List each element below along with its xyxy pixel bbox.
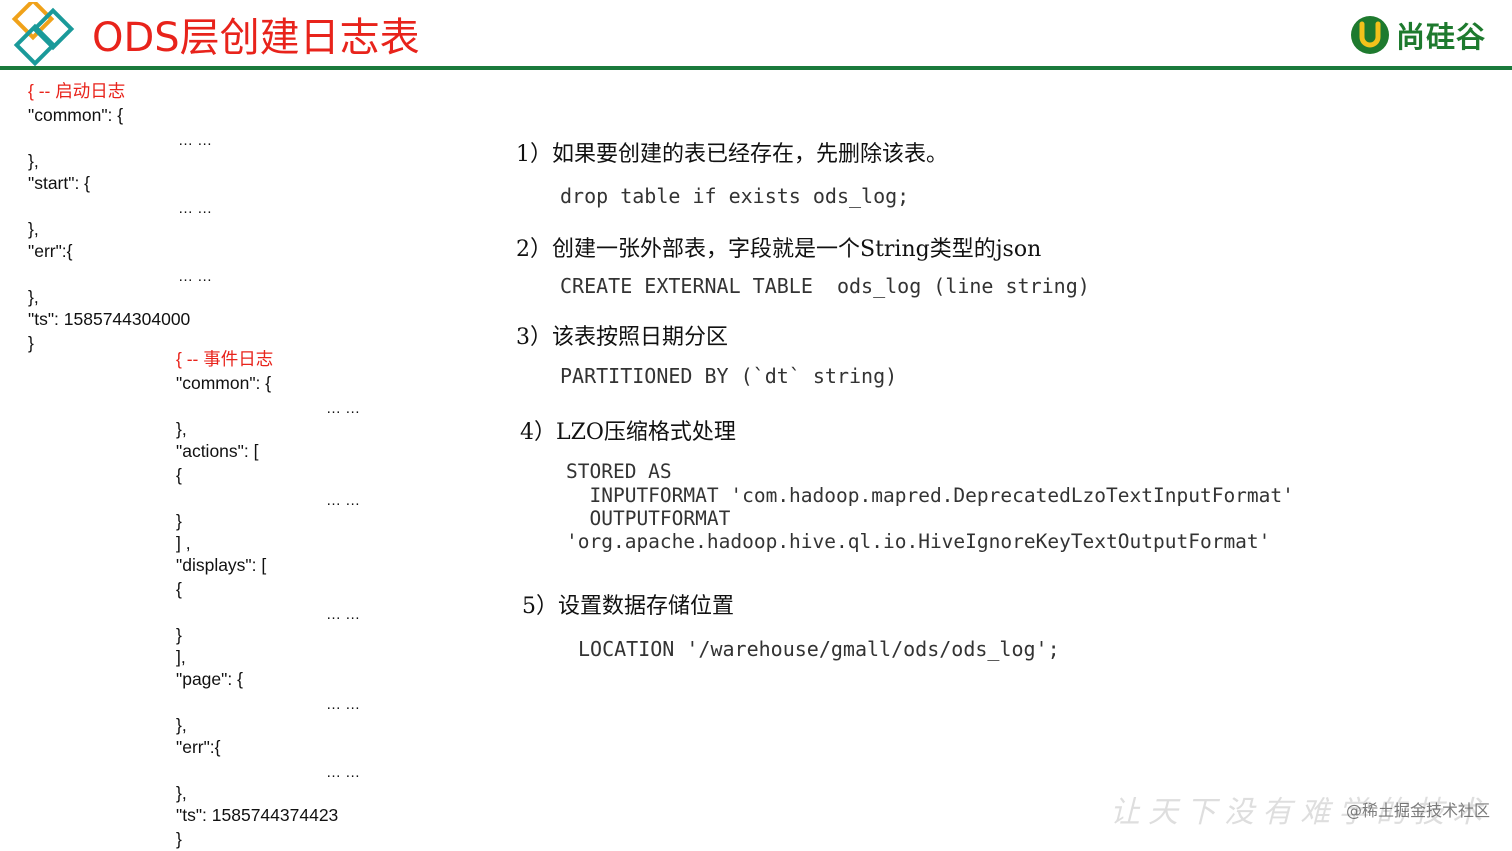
json-line: }, bbox=[176, 783, 187, 803]
header-divider bbox=[0, 66, 1512, 70]
json-line: "common": { bbox=[28, 105, 124, 125]
step-1-title: 1）如果要创建的表已经存在，先删除该表。 bbox=[516, 142, 948, 167]
step-4-code-line-3: OUTPUTFORMAT bbox=[566, 507, 731, 530]
json-line: } bbox=[176, 625, 182, 645]
json-ellipsis: … … bbox=[326, 400, 361, 417]
step-3-title: 3）该表按照日期分区 bbox=[516, 325, 728, 350]
step-3-code: PARTITIONED BY (`dt` string) bbox=[560, 364, 898, 388]
brand-logo: 尚硅谷 bbox=[1348, 12, 1486, 58]
json-ellipsis: … … bbox=[326, 492, 361, 509]
json-line: }, bbox=[28, 219, 39, 239]
json-line: }, bbox=[28, 151, 39, 171]
brand-name: 尚硅谷 bbox=[1395, 20, 1486, 54]
json-line: "displays": [ bbox=[176, 555, 267, 575]
json-ellipsis: … … bbox=[326, 764, 361, 781]
event-log-comment: { -- 事件日志 bbox=[176, 349, 274, 369]
json-line: }, bbox=[176, 715, 187, 735]
json-line: ], bbox=[176, 647, 186, 667]
json-line: } bbox=[28, 333, 34, 353]
json-line: "common": { bbox=[176, 373, 272, 393]
step-4-title: 4）LZO压缩格式处理 bbox=[520, 420, 736, 445]
brand-u-icon bbox=[1350, 16, 1389, 54]
diamond-logo-icon bbox=[11, 2, 75, 67]
json-line: ] , bbox=[176, 533, 191, 553]
json-line: }, bbox=[176, 419, 187, 439]
json-ellipsis: … … bbox=[326, 696, 361, 713]
start-log-comment: { -- 启动日志 bbox=[28, 81, 126, 101]
json-line: }, bbox=[28, 287, 39, 307]
json-line: "actions": [ bbox=[176, 441, 259, 461]
json-line: } bbox=[176, 829, 182, 849]
step-5-code: LOCATION '/warehouse/gmall/ods/ods_log'; bbox=[578, 637, 1060, 661]
json-line: } bbox=[176, 511, 182, 531]
watermark-text: @稀土掘金技术社区 bbox=[1345, 801, 1490, 820]
json-sample: { -- 启动日志 "common": { … … }, "start": { … bbox=[28, 80, 488, 851]
step-4-code-line-1: STORED AS bbox=[566, 460, 672, 483]
json-ellipsis: … … bbox=[178, 200, 213, 217]
watermark: 让天下没有难学的技术 @稀土掘金技术社区 bbox=[1110, 789, 1490, 830]
step-4-code-line-2: INPUTFORMAT 'com.hadoop.mapred.Deprecate… bbox=[566, 484, 1294, 507]
json-line: "ts": 1585744304000 bbox=[28, 309, 191, 329]
json-ellipsis: … … bbox=[326, 606, 361, 623]
json-line: "err":{ bbox=[28, 241, 73, 261]
json-ellipsis: … … bbox=[178, 268, 213, 285]
json-line: "err":{ bbox=[176, 737, 221, 757]
json-line: "ts": 1585744374423 bbox=[176, 805, 339, 825]
json-line: "start": { bbox=[28, 173, 91, 193]
slide-title: ODS层创建日志表 bbox=[92, 15, 420, 61]
json-line: "page": { bbox=[176, 669, 243, 689]
json-line: { bbox=[176, 465, 182, 485]
step-2-title: 2）创建一张外部表，字段就是一个String类型的json bbox=[516, 237, 1042, 262]
steps-panel: 1）如果要创建的表已经存在，先删除该表。 drop table if exist… bbox=[500, 130, 1512, 690]
json-ellipsis: … … bbox=[178, 132, 213, 149]
step-5-title: 5）设置数据存储位置 bbox=[522, 594, 734, 619]
slide-header: ODS层创建日志表 尚硅谷 bbox=[0, 0, 1512, 72]
step-2-code: CREATE EXTERNAL TABLE ods_log (line stri… bbox=[560, 274, 1090, 298]
step-1-code: drop table if exists ods_log; bbox=[560, 184, 910, 208]
step-4-code-line-4: 'org.apache.hadoop.hive.ql.io.HiveIgnore… bbox=[566, 530, 1271, 553]
json-line: { bbox=[176, 579, 182, 599]
